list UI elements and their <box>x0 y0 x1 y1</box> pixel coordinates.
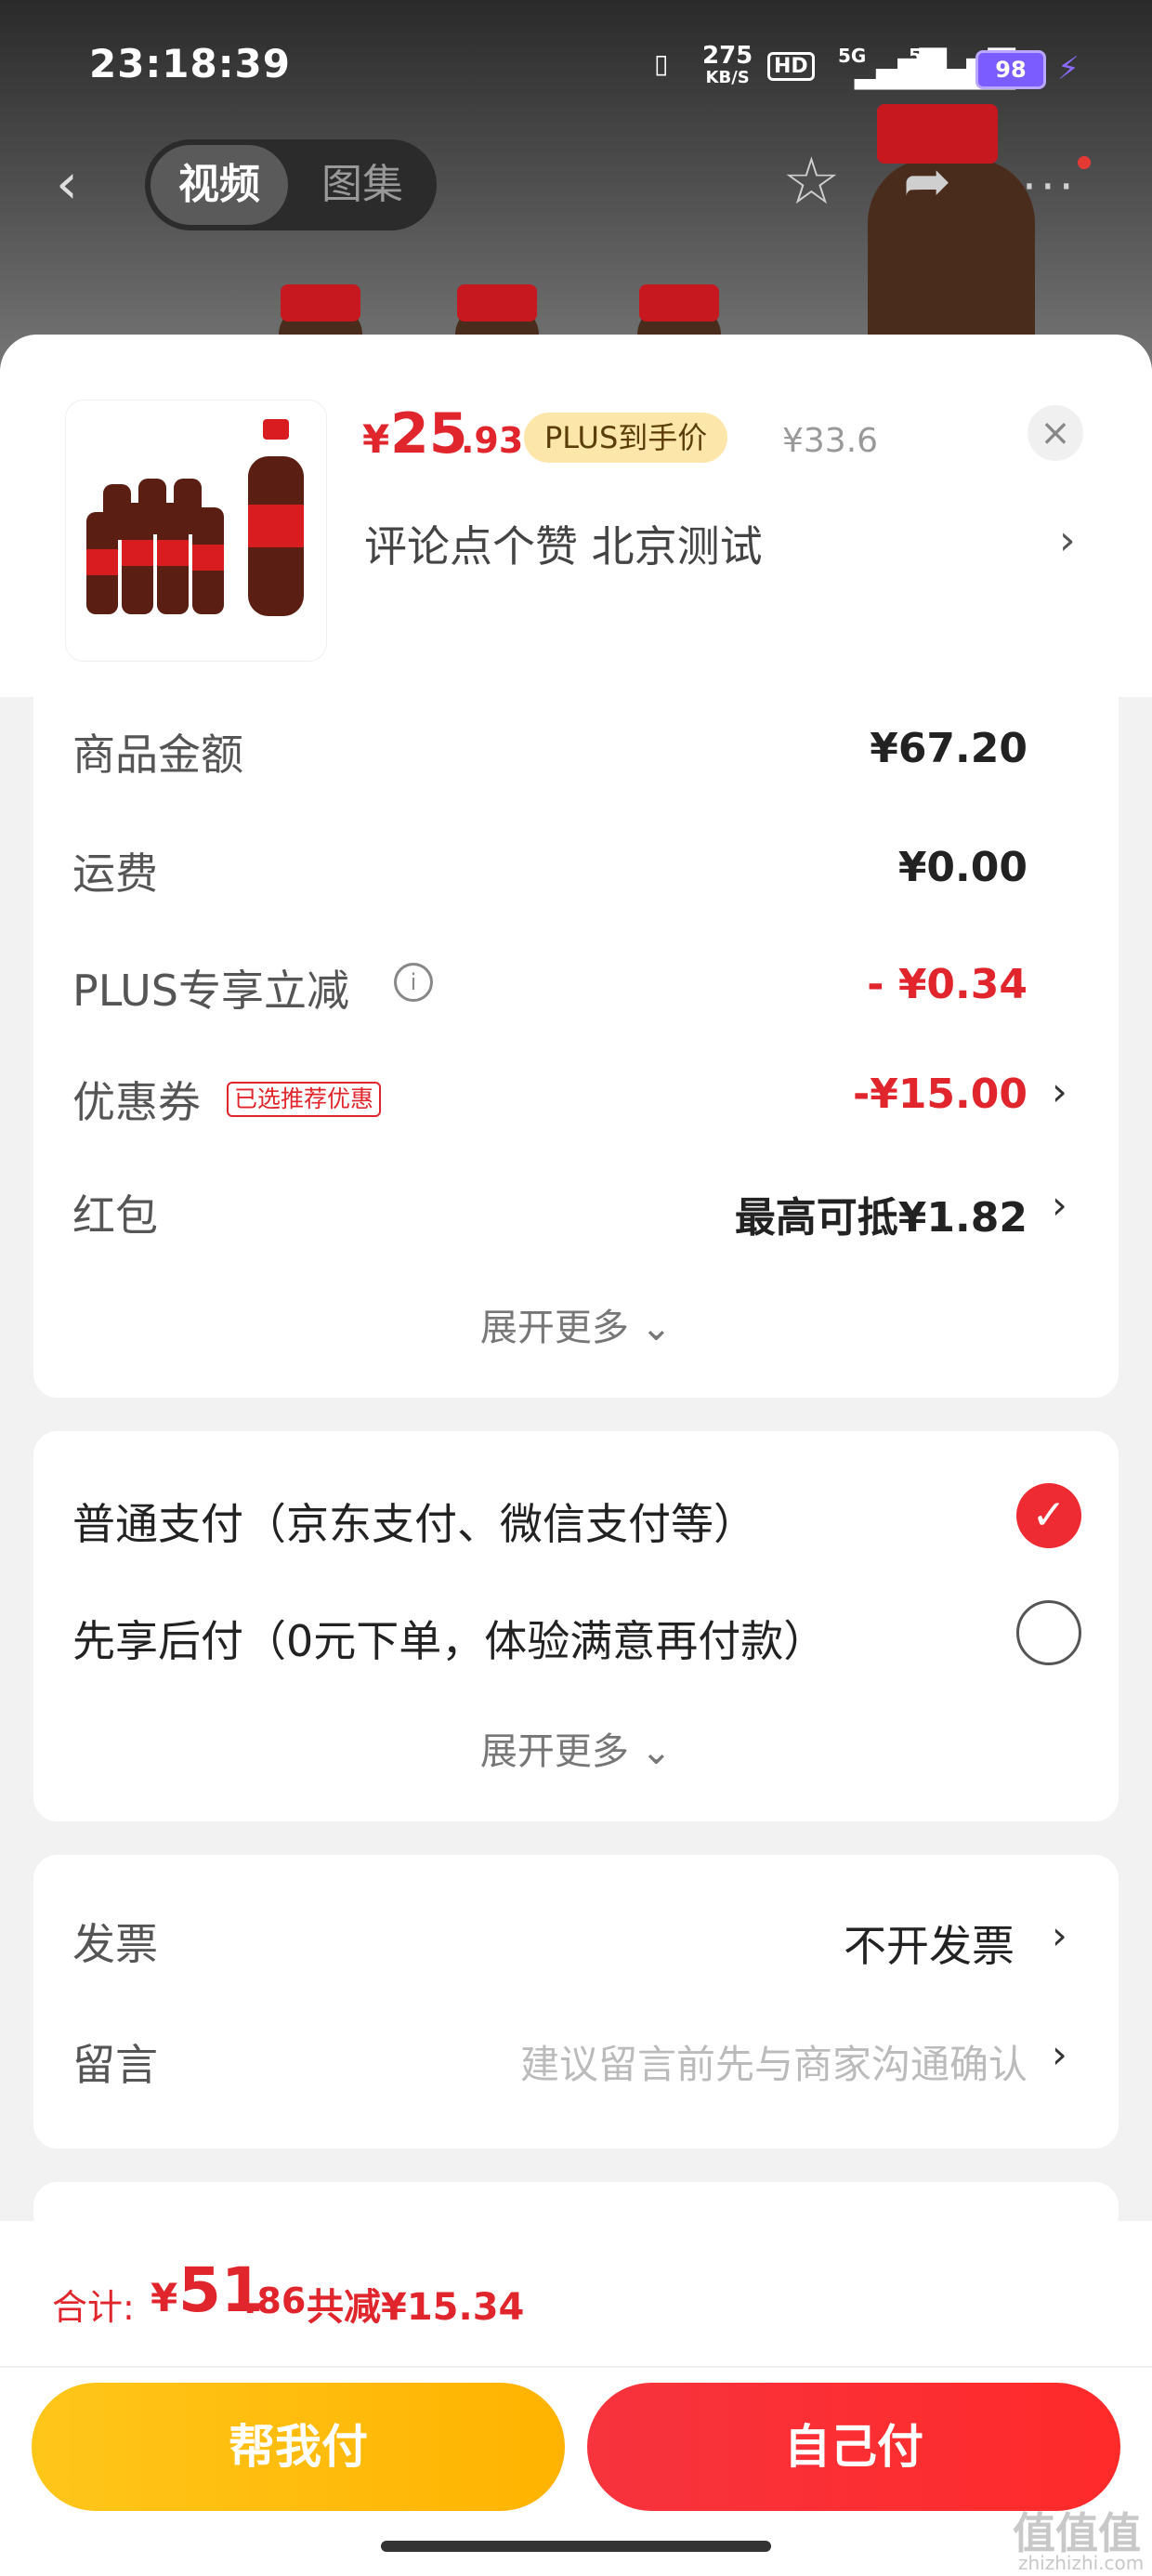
payment-option-pay-later[interactable]: 先享后付（0元下单，体验满意再付款） <box>72 1608 826 1669</box>
total-currency: ¥ <box>151 2275 178 2320</box>
battery-icon: 98 <box>975 50 1046 89</box>
note-input[interactable]: 建议留言前先与商家沟通确认 <box>520 2033 1028 2090</box>
net-speed: 275 KB/S <box>702 42 753 89</box>
total-decimal: .86 <box>243 2280 307 2321</box>
chevron-right-icon[interactable]: › <box>1059 517 1076 564</box>
product-bottles-image <box>66 401 326 661</box>
row-label-shipping: 运费 <box>72 848 158 899</box>
star-icon[interactable]: ☆ <box>782 149 841 214</box>
row-value-shipping: ¥0.00 <box>897 844 1028 891</box>
chevron-right-icon[interactable]: › <box>1052 1069 1067 1114</box>
price-currency: ¥ <box>362 416 390 462</box>
chevron-right-icon[interactable]: › <box>1052 2031 1067 2077</box>
row-value-goods-amount: ¥67.20 <box>870 725 1028 772</box>
price-summary-card <box>33 688 1119 1398</box>
share-icon[interactable]: ➦ <box>903 149 951 214</box>
watermark-url: zhizhizhi.com <box>1018 2552 1145 2574</box>
row-label-coupon: 优惠券 <box>72 1077 201 1127</box>
row-value-red-packet[interactable]: 最高可抵¥1.82 <box>735 1184 1028 1243</box>
divider <box>0 2366 1152 2368</box>
net-speed-unit: KB/S <box>705 68 750 87</box>
price-integer: 25 <box>390 401 468 467</box>
expand-more-summary[interactable]: 展开更多 ⌄ <box>56 1297 1096 1351</box>
close-button[interactable]: × <box>1028 405 1083 461</box>
charging-icon: ⚡ <box>1057 50 1080 87</box>
tab-video[interactable]: 视频 <box>151 145 288 225</box>
back-icon[interactable]: ‹ <box>56 156 98 212</box>
invoice-note-card <box>33 1855 1119 2149</box>
radio-checked-icon[interactable]: ✓ <box>1016 1483 1081 1548</box>
more-icon[interactable]: ··· <box>1022 160 1078 214</box>
plus-price-badge: PLUS到手价 <box>524 413 728 463</box>
note-label: 留言 <box>72 2040 158 2090</box>
status-time: 23:18:39 <box>89 41 291 86</box>
invoice-label: 发票 <box>72 1919 158 1969</box>
notification-dot <box>1078 156 1091 169</box>
chevron-right-icon[interactable]: › <box>1052 1182 1067 1228</box>
product-thumbnail <box>65 400 327 662</box>
coupon-recommended-tag: 已选推荐优惠 <box>227 1082 382 1117</box>
info-icon[interactable]: i <box>394 963 433 1002</box>
total-label: 合计: <box>52 2287 135 2328</box>
product-spec-title[interactable]: 评论点个赞 北京测试 <box>364 513 763 574</box>
net-speed-value: 275 <box>702 42 753 70</box>
radio-unchecked-icon[interactable] <box>1016 1600 1081 1665</box>
price-decimal: .93 <box>461 420 524 461</box>
original-price: ¥33.6 <box>782 422 879 460</box>
expand-more-payment[interactable]: 展开更多 ⌄ <box>56 1721 1096 1775</box>
invoice-value[interactable]: 不开发票 <box>844 1912 1015 1974</box>
row-value-coupon[interactable]: -¥15.00 <box>853 1071 1028 1118</box>
payment-option-standard[interactable]: 普通支付（京东支付、微信支付等） <box>72 1491 756 1552</box>
total-saving: 共减¥15.34 <box>307 2286 525 2329</box>
row-value-plus-discount: - ¥0.34 <box>867 961 1028 1008</box>
pay-myself-button[interactable]: 自己付 <box>587 2383 1120 2511</box>
home-indicator[interactable] <box>381 2541 771 2552</box>
row-label-plus-discount: PLUS专享立减 <box>72 966 349 1016</box>
row-label-red-packet: 红包 <box>72 1190 158 1241</box>
chevron-right-icon[interactable]: › <box>1052 1912 1067 1958</box>
vibrate-icon: ▯ <box>654 48 669 79</box>
help-me-pay-button[interactable]: 帮我付 <box>32 2383 565 2511</box>
hd-icon: HD <box>767 52 815 81</box>
tab-gallery[interactable]: 图集 <box>294 145 431 225</box>
row-label-goods-amount: 商品金额 <box>72 729 243 780</box>
